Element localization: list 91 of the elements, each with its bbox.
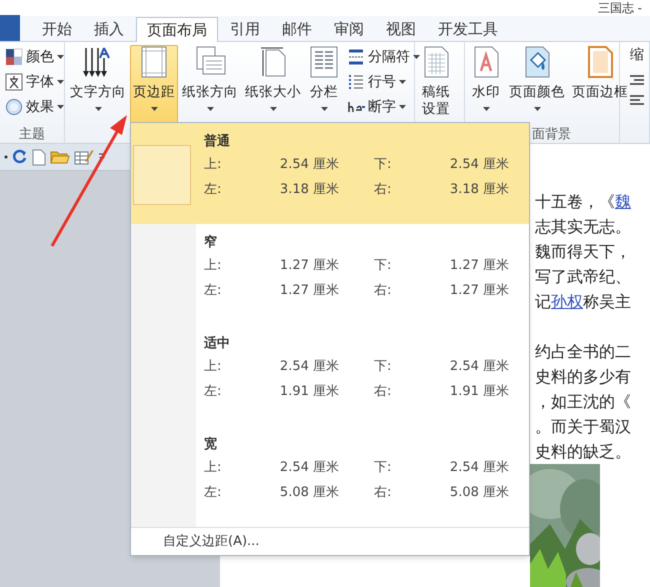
ribbon-button[interactable]: 文字方向 xyxy=(67,45,129,125)
margin-thumbnail xyxy=(133,145,191,205)
margin-value: 1.27 厘米 xyxy=(448,282,509,300)
margin-value: 1.91 厘米 xyxy=(278,383,339,401)
ribbon-button[interactable]: 页边距 xyxy=(130,45,178,125)
ribbon-tab[interactable]: 开始 xyxy=(32,17,82,41)
margin-label: 下: xyxy=(373,156,392,174)
margin-value: 5.08 厘米 xyxy=(448,484,509,502)
text-line: 十五卷，《魏 xyxy=(535,191,632,213)
text-line: 约占全书的二 xyxy=(535,341,632,363)
ribbon-tab[interactable]: 页面布局 xyxy=(136,17,218,42)
margin-label: 右: xyxy=(373,282,392,300)
ribbon-tab[interactable]: 视图 xyxy=(376,17,426,41)
option-title: 普通 xyxy=(204,132,231,151)
option-title: 适中 xyxy=(204,335,231,353)
indent-icon xyxy=(630,74,644,86)
customize-icon[interactable] xyxy=(98,153,106,161)
margin-label: 左: xyxy=(204,181,222,199)
ribbon-button[interactable]: 断字 xyxy=(344,96,423,118)
margin-label: 下: xyxy=(373,459,392,477)
redo-icon[interactable] xyxy=(12,149,28,165)
ribbon-label: 缩 xyxy=(630,46,644,65)
ribbon-button[interactable]: 页面边框 xyxy=(569,45,631,125)
dot-icon xyxy=(4,155,8,159)
margin-value: 2.54 厘米 xyxy=(448,358,509,376)
margin-label: 上: xyxy=(204,156,222,174)
option-title: 宽 xyxy=(204,436,218,454)
link[interactable]: 魏 xyxy=(615,192,631,211)
ribbon-tab[interactable]: 审阅 xyxy=(324,17,374,41)
margin-value: 1.27 厘米 xyxy=(278,257,339,275)
margin-value: 1.27 厘米 xyxy=(448,257,509,275)
margin-label: 左: xyxy=(204,282,222,300)
text-line: 史料的多少有 xyxy=(535,366,632,388)
ribbon-tab[interactable]: 插入 xyxy=(84,17,134,41)
margin-value: 2.54 厘米 xyxy=(278,459,339,477)
breaks-icon xyxy=(347,48,365,66)
text-line: 记孙权称吴主 xyxy=(535,291,632,313)
ribbon-button[interactable]: 页面颜色 xyxy=(506,45,568,125)
margin-option[interactable]: 窄 上: 1.27 厘米 下: 1.27 厘米 左: 1.27 厘米 右: 1.27 厘米 xyxy=(131,224,529,325)
ribbon-button[interactable]: 字体 xyxy=(2,71,67,93)
margin-option[interactable]: 宽 上: 2.54 厘米 下: 2.54 厘米 左: 5.08 厘米 右: 5.08 厘米 xyxy=(131,426,529,527)
margin-label: 上: xyxy=(204,358,222,376)
margin-value: 3.18 厘米 xyxy=(448,181,509,199)
margin-label: 上: xyxy=(204,257,222,275)
group-label: 主题 xyxy=(19,126,45,144)
text-line: ，如王沈的《 xyxy=(535,391,632,413)
window-title: 三国志 - xyxy=(598,0,643,16)
margin-label: 左: xyxy=(204,484,222,502)
margin-label: 下: xyxy=(373,358,392,376)
margin-label: 左: xyxy=(204,383,222,401)
margin-label: 上: xyxy=(204,459,222,477)
custom-margins-item[interactable]: 自定义边距(A)... xyxy=(135,530,288,554)
text-line: 。而关于蜀汉 xyxy=(535,416,632,438)
text-line: 魏而得天下， xyxy=(535,241,632,263)
option-title: 窄 xyxy=(204,234,218,252)
margin-value: 1.27 厘米 xyxy=(278,282,339,300)
margin-value: 2.54 厘米 xyxy=(278,156,339,174)
document-icon[interactable] xyxy=(32,148,46,166)
margin-value: 2.54 厘米 xyxy=(278,358,339,376)
line-numbers-icon xyxy=(347,73,365,91)
group-label: 面背景 xyxy=(532,126,571,144)
margin-label: 右: xyxy=(373,181,392,199)
text-line: 志其实无志。 xyxy=(535,216,632,238)
margin-value: 2.54 厘米 xyxy=(448,459,509,477)
ribbon-button[interactable]: 行号 xyxy=(344,71,423,93)
ribbon-button[interactable]: 纸张大小 xyxy=(242,45,304,125)
ribbon-tab[interactable]: 开发工具 xyxy=(428,17,508,41)
font-char-icon xyxy=(5,73,23,91)
margin-label: 下: xyxy=(373,257,392,275)
margin-value: 2.54 厘米 xyxy=(448,156,509,174)
margin-option[interactable]: 普通 上: 2.54 厘米 下: 2.54 厘米 左: 3.18 厘米 右: 3.18 厘米 xyxy=(131,123,529,224)
margin-option[interactable]: 适中 上: 2.54 厘米 下: 2.54 厘米 左: 1.91 厘米 右: 1.91 厘米 xyxy=(131,325,529,426)
ribbon-button[interactable]: 颜色 xyxy=(2,46,67,68)
ribbon-button[interactable]: 效果 xyxy=(2,96,67,118)
margin-label: 右: xyxy=(373,383,392,401)
folder-icon[interactable] xyxy=(50,149,70,165)
link[interactable]: 孙权 xyxy=(551,292,583,311)
columns-icon xyxy=(308,46,340,78)
text-line: 写了武帝纪、 xyxy=(535,266,632,288)
color-squares-icon xyxy=(5,48,23,66)
ribbon-tab[interactable]: 邮件 xyxy=(272,17,322,41)
ribbon-tab[interactable]: 引用 xyxy=(220,17,270,41)
margin-value: 3.18 厘米 xyxy=(278,181,339,199)
margin-value: 5.08 厘米 xyxy=(278,484,339,502)
table-edit-icon[interactable] xyxy=(74,148,94,166)
margin-label: 右: xyxy=(373,484,392,502)
effects-circle-icon xyxy=(5,98,23,116)
margin-value: 1.91 厘米 xyxy=(448,383,509,401)
text-line: 史料的缺乏。 xyxy=(535,441,632,463)
spacing-icon xyxy=(630,94,644,106)
ribbon-button[interactable]: 分隔符 xyxy=(344,46,423,68)
